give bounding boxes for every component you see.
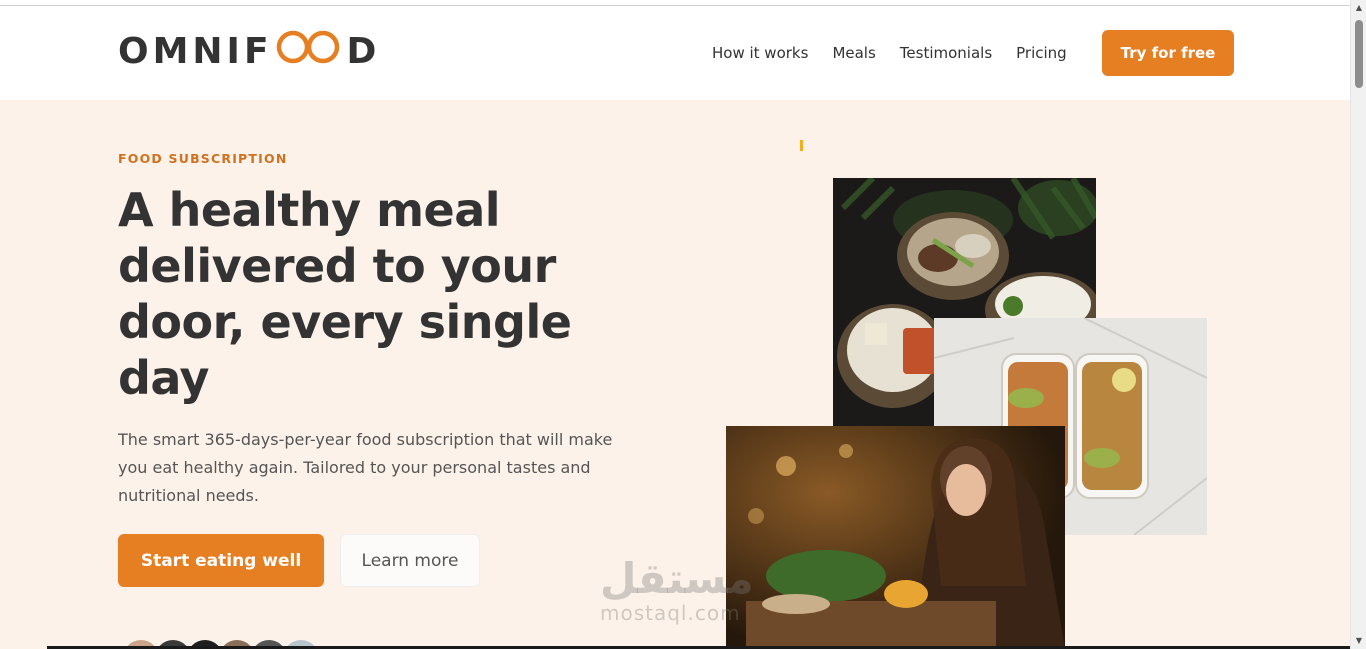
logo[interactable]: OMNIF D xyxy=(118,30,380,73)
nav-meals[interactable]: Meals xyxy=(832,44,875,62)
logo-text-left: OMNIF xyxy=(118,31,273,72)
watermark-latin: mostaql.com xyxy=(600,601,741,625)
main-nav: How it works Meals Testimonials Pricing xyxy=(712,30,1091,76)
hero-image-woman-eating xyxy=(726,426,1065,649)
nav-pricing[interactable]: Pricing xyxy=(1016,44,1067,62)
hero-description: The smart 365-days-per-year food subscri… xyxy=(118,430,613,505)
watermark-arabic: مستقل xyxy=(600,554,754,603)
decorative-marker xyxy=(800,140,803,151)
infinity-icon xyxy=(275,30,345,73)
hero-eyebrow: FOOD SUBSCRIPTION xyxy=(118,151,288,166)
nav-how-it-works[interactable]: How it works xyxy=(712,44,808,62)
watermark: مستقل mostaql.com xyxy=(600,554,754,625)
scroll-thumb[interactable] xyxy=(1355,20,1363,88)
hero-section: FOOD SUBSCRIPTION A healthy meal deliver… xyxy=(0,100,1350,649)
vertical-scrollbar[interactable]: ▲ ▼ xyxy=(1350,0,1366,649)
hero-title: A healthy meal delivered to your door, e… xyxy=(118,183,572,405)
scroll-down-icon[interactable]: ▼ xyxy=(1354,636,1364,646)
site-header: OMNIF D How it works Meals Testimonials … xyxy=(0,6,1350,100)
logo-text-right: D xyxy=(346,31,381,72)
try-for-free-button[interactable]: Try for free xyxy=(1102,30,1234,76)
scroll-up-icon[interactable]: ▲ xyxy=(1354,3,1364,13)
start-eating-well-button[interactable]: Start eating well xyxy=(118,534,324,587)
nav-testimonials[interactable]: Testimonials xyxy=(900,44,992,62)
learn-more-button[interactable]: Learn more xyxy=(340,534,480,587)
